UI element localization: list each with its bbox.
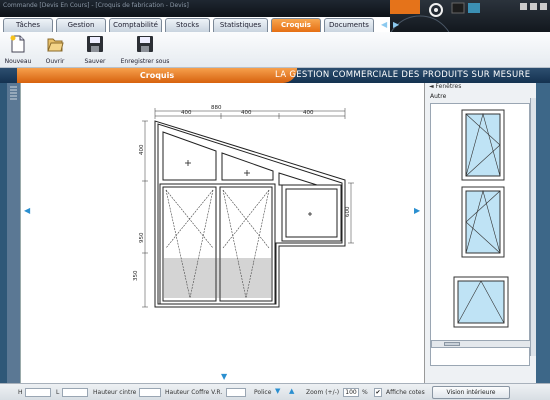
height-label: H — [18, 389, 23, 396]
arch-height-label: Hauteur cintre — [93, 389, 137, 396]
open-button-label: Ouvrir — [45, 58, 65, 65]
new-button-label: Nouveau — [4, 58, 32, 65]
open-folder-icon — [47, 38, 64, 52]
roller-shutter-hatching — [164, 258, 271, 298]
tab-statistiques[interactable]: Statistiques — [213, 18, 268, 32]
shutter-box-height-input[interactable] — [226, 388, 246, 397]
library-hscrollbar[interactable] — [431, 340, 531, 348]
tab-documents[interactable]: Documents — [324, 18, 374, 32]
new-document-icon — [10, 35, 25, 53]
window-thumbnail-icon — [461, 109, 505, 181]
window-thumbnail-icon — [461, 186, 505, 258]
new-button[interactable]: Nouveau — [3, 34, 33, 65]
library-category: Autre — [430, 93, 447, 100]
dim-top-2: 400 — [241, 110, 252, 116]
canvas-left-arrow-icon[interactable]: ◀ — [24, 206, 30, 215]
library-list — [430, 103, 530, 366]
left-sidebar-strip — [0, 83, 7, 383]
dim-left-3: 350 — [133, 270, 139, 281]
dim-left-1: 400 — [139, 144, 145, 155]
canvas-down-arrow-icon[interactable]: ▼ — [221, 372, 227, 381]
shutter-box-height-label: Hauteur Coffre V.R. — [165, 389, 223, 396]
tab-scroll-left-icon[interactable]: ◀ — [381, 20, 387, 29]
right-fixed-window[interactable] — [281, 184, 342, 242]
show-dimensions-label: Affiche cotes — [386, 389, 425, 396]
dim-top-total: 880 — [211, 105, 222, 111]
height-input[interactable] — [25, 388, 51, 397]
left-collapsed-pane[interactable] — [7, 83, 20, 383]
width-label: L — [56, 389, 60, 396]
open-button[interactable]: Ouvrir — [40, 34, 70, 65]
save-as-button-label: Enregistrer sous — [120, 58, 170, 65]
zoom-label: Zoom (+/-) — [306, 389, 340, 396]
drawing-canvas[interactable]: 880 400 400 400 400 950 350 600 — [20, 83, 424, 383]
window-title: Commande [Devis En Cours] - [Croquis de … — [3, 2, 189, 9]
status-bar: H L Hauteur cintre Hauteur Coffre V.R. P… — [0, 383, 550, 400]
thumbnail-hopper-window[interactable] — [453, 276, 509, 328]
window-thumbnail-icon — [453, 276, 509, 328]
tab-croquis[interactable]: Croquis — [271, 18, 321, 32]
canvas-right-arrow-icon[interactable]: ▶ — [414, 206, 420, 215]
library-header: ◄ Fenêtres — [429, 83, 462, 90]
toolbar: Nouveau Ouvrir Sauver Enregistrer sous — [0, 32, 550, 68]
dim-right: 600 — [345, 206, 351, 217]
font-increase-icon[interactable]: ▲ — [289, 387, 294, 395]
tab-taches[interactable]: Tâches — [3, 18, 53, 32]
app-window: Commande [Devis En Cours] - [Croquis de … — [0, 0, 550, 400]
section-title: Croquis — [139, 71, 175, 80]
grip-icon — [10, 86, 17, 100]
section-banner: Croquis LA GESTION COMMERCIALE DES PRODU… — [0, 68, 550, 83]
top-fixed-pane-2[interactable] — [221, 152, 274, 181]
font-decrease-icon[interactable]: ▼ — [275, 387, 280, 395]
thumbnail-casement-window-1[interactable] — [461, 109, 505, 181]
save-button-label: Sauver — [84, 58, 106, 65]
top-fixed-pane-3[interactable] — [278, 172, 318, 186]
interior-view-button[interactable]: Vision intérieure — [432, 386, 510, 399]
tab-comptabilite[interactable]: Comptabilité — [109, 18, 162, 32]
tab-gestion[interactable]: Gestion — [56, 18, 106, 32]
floppy-disk-icon — [87, 36, 103, 52]
window-library-panel: ◄ Fenêtres Autre — [424, 83, 540, 383]
zoom-unit: % — [362, 389, 368, 396]
thumbnail-casement-window-2[interactable] — [461, 186, 505, 258]
tab-scroll-right-icon[interactable]: ▶ — [393, 20, 399, 29]
save-as-button[interactable]: Enregistrer sous — [118, 34, 172, 65]
top-fixed-pane-1[interactable] — [162, 131, 217, 181]
library-hscroll-thumb[interactable] — [444, 342, 460, 346]
dim-top-1: 400 — [181, 110, 192, 116]
save-button[interactable]: Sauver — [80, 34, 110, 65]
floppy-disk-save-as-icon — [137, 36, 153, 52]
pane-center-crosses — [185, 160, 250, 176]
dim-top-3: 400 — [303, 110, 314, 116]
opening-lines — [165, 189, 270, 299]
section-banner-tab: Croquis — [17, 68, 297, 83]
width-input[interactable] — [62, 388, 88, 397]
dim-left-2: 950 — [139, 232, 145, 243]
module-tabs: Tâches Gestion Comptabilité Stocks Stati… — [0, 18, 420, 32]
slogan: LA GESTION COMMERCIALE DES PRODUITS SUR … — [275, 70, 531, 80]
font-label: Police — [254, 389, 272, 396]
show-dimensions-checkbox[interactable]: ✔ — [374, 388, 382, 397]
zoom-input[interactable]: 100 — [343, 388, 359, 397]
tab-stocks[interactable]: Stocks — [165, 18, 210, 32]
window-sketch: 880 400 400 400 400 950 350 600 — [133, 105, 354, 308]
right-sidebar-strip — [536, 83, 550, 383]
arch-height-input[interactable] — [139, 388, 161, 397]
